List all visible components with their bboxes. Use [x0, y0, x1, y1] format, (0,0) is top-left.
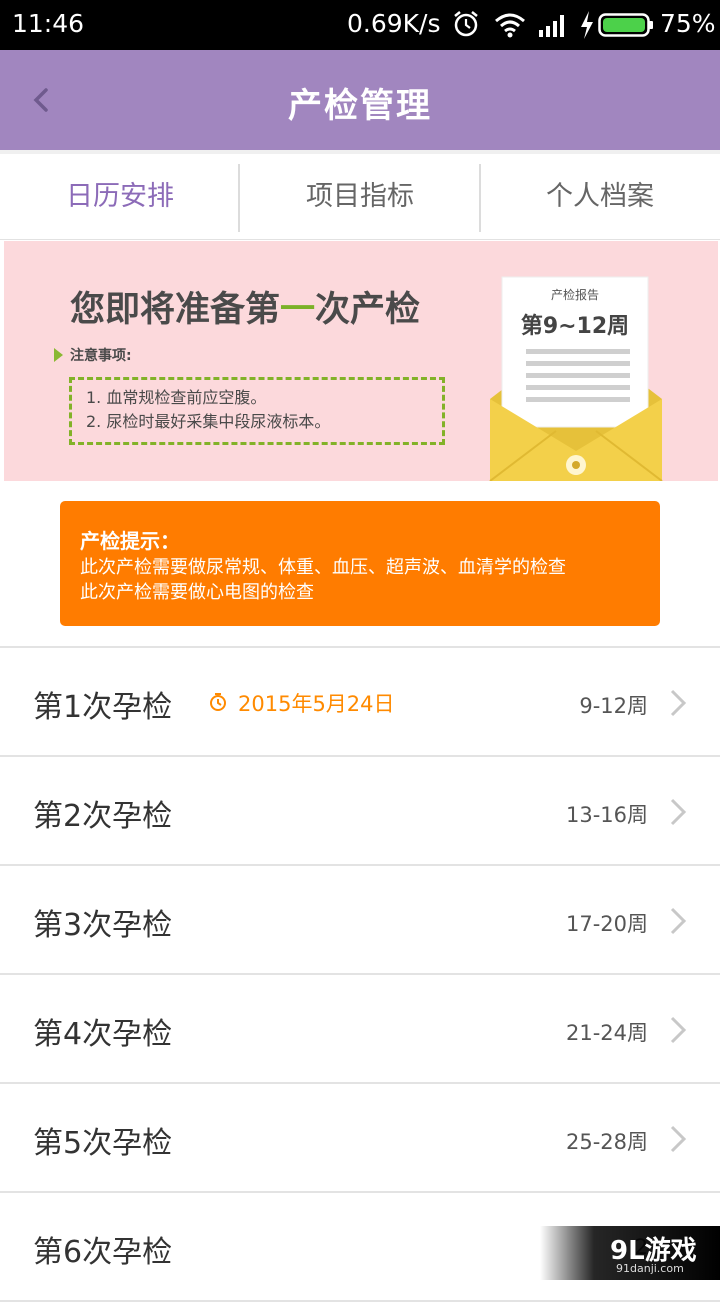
chevron-right-icon: [670, 1016, 687, 1044]
checkup-row-5[interactable]: 第5次孕检 25-28周: [0, 1084, 720, 1193]
signal-icon: [539, 15, 564, 37]
checkup-name: 第1次孕检: [33, 690, 173, 725]
checkup-row-1[interactable]: 第1次孕检 2015年5月24日 9-12周: [0, 648, 720, 757]
checkup-row-4[interactable]: 第4次孕检 21-24周: [0, 975, 720, 1084]
watermark-sub: 91danji.com: [616, 1262, 684, 1275]
checkup-row-2[interactable]: 第2次孕检 13-16周: [0, 757, 720, 866]
checkup-row-3[interactable]: 第3次孕检 17-20周: [0, 866, 720, 975]
checkup-weeks: 9-12周: [579, 694, 648, 718]
note-arrow-icon: [54, 348, 63, 362]
clock-icon: [210, 693, 226, 711]
report-weeks: 第9~12周: [521, 313, 629, 339]
checkup-date: 2015年5月24日: [238, 692, 395, 716]
tip-line: 此次产检需要做心电图的检查: [80, 582, 314, 603]
alarm-icon: [454, 11, 478, 37]
banner-headline: 您即将准备第一次产检: [70, 290, 421, 330]
status-bar: 11:46 0.69K/s 75%: [0, 0, 720, 50]
site-watermark: 9L游戏 91danji.com: [540, 1226, 720, 1280]
checkup-list: 第1次孕检 2015年5月24日 9-12周 第2次孕检 13-16周 第3次孕…: [0, 646, 720, 1302]
checkup-name: 第2次孕检: [33, 799, 173, 834]
checkup-weeks: 25-28周: [565, 1130, 648, 1154]
chevron-right-icon: [670, 907, 687, 935]
page-title: 产检管理: [288, 86, 432, 126]
tab-indicators[interactable]: 项目指标: [240, 154, 480, 240]
checkup-weeks: 13-16周: [565, 803, 648, 827]
checkup-weeks: 21-24周: [565, 1021, 648, 1045]
tab-calendar[interactable]: 日历安排: [0, 154, 240, 240]
tip-line: 此次产检需要做尿常规、体重、血压、超声波、血清学的检查: [80, 557, 566, 578]
note-box: 1. 血常规检查前应空腹。 2. 尿检时最好采集中段尿液标本。: [69, 377, 445, 445]
note-label: 注意事项:: [70, 348, 132, 364]
battery-percent: 75%: [660, 9, 716, 38]
chevron-right-icon: [670, 798, 687, 826]
chevron-right-icon: [670, 1125, 687, 1153]
checkup-weeks: 17-20周: [565, 912, 648, 936]
charging-icon: [581, 11, 593, 39]
report-label: 产检报告: [551, 287, 599, 302]
tip-title: 产检提示：: [80, 529, 180, 553]
note-item: 2. 尿检时最好采集中段尿液标本。: [86, 412, 331, 431]
checkup-name: 第3次孕检: [33, 908, 173, 943]
checkup-banner: 您即将准备第一次产检 注意事项: 1. 血常规检查前应空腹。 2. 尿检时最好采…: [4, 241, 718, 481]
checkup-tip: 产检提示： 此次产检需要做尿常规、体重、血压、超声波、血清学的检查 此次产检需要…: [60, 501, 660, 626]
status-net-speed: 0.69K/s: [347, 9, 441, 38]
tab-profile[interactable]: 个人档案: [480, 154, 720, 240]
chevron-right-icon: [670, 689, 687, 717]
note-item: 1. 血常规检查前应空腹。: [86, 388, 267, 407]
checkup-name: 第6次孕检: [33, 1235, 173, 1270]
battery-icon: [598, 13, 653, 37]
envelope-report-icon: 产检报告 第9~12周: [489, 276, 663, 481]
status-time: 11:46: [12, 9, 85, 38]
app-bar: 产检管理: [0, 50, 720, 150]
checkup-name: 第4次孕检: [33, 1017, 173, 1052]
checkup-name: 第5次孕检: [33, 1126, 173, 1161]
tab-bar: 日历安排 项目指标 个人档案: [0, 150, 720, 240]
wifi-icon: [495, 13, 525, 38]
